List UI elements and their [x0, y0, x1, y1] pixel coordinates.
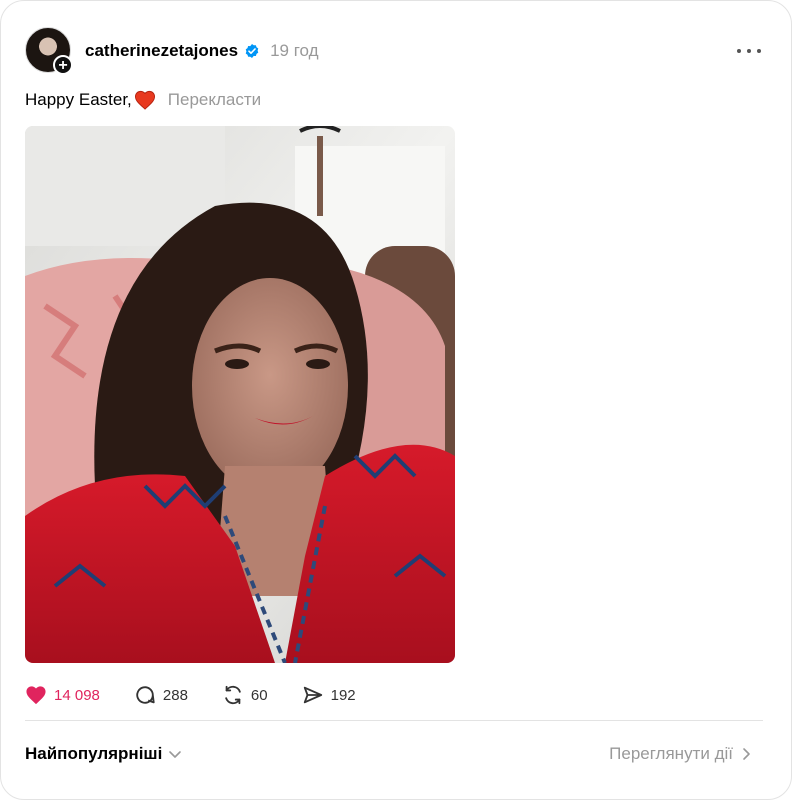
- repost-icon: [225, 685, 241, 705]
- comment-count: 288: [162, 686, 188, 704]
- share-count: 192: [330, 686, 356, 704]
- chevron-down-icon: [169, 751, 182, 758]
- chevron-right-icon: [743, 748, 750, 760]
- username[interactable]: catherinezetajones: [85, 41, 238, 61]
- heart-emoji-icon: [134, 90, 155, 110]
- post-caption: Happy Easter, Перекласти: [25, 90, 261, 110]
- post-time[interactable]: 19 год: [270, 41, 318, 61]
- comment-icon: [136, 686, 155, 704]
- avatar-container[interactable]: +: [25, 27, 73, 75]
- view-activity-label: Переглянути дії: [609, 744, 733, 763]
- comment-button[interactable]: 288: [134, 684, 188, 706]
- verified-badge-icon: [245, 44, 259, 58]
- share-icon: [303, 686, 322, 704]
- heart-filled-icon: [26, 686, 46, 705]
- divider: [25, 720, 763, 721]
- translate-link[interactable]: Перекласти: [168, 90, 261, 110]
- post-photo[interactable]: [25, 126, 455, 663]
- post-card: + catherinezetajones 19 год Happy Easter…: [0, 0, 792, 800]
- view-activity-link[interactable]: Переглянути дії: [609, 744, 751, 764]
- user-line: catherinezetajones 19 год: [85, 41, 319, 61]
- share-button[interactable]: 192: [302, 684, 356, 706]
- post-photo-image: [25, 126, 455, 663]
- post-header: + catherinezetajones 19 год: [25, 27, 765, 75]
- follow-plus-icon[interactable]: +: [53, 55, 73, 75]
- repost-count: 60: [250, 686, 268, 704]
- caption-text: Happy Easter,: [25, 90, 132, 109]
- sort-label: Найпопулярніші: [25, 744, 163, 763]
- like-count: 14 098: [54, 686, 100, 704]
- more-options-icon[interactable]: [737, 39, 761, 63]
- like-button[interactable]: 14 098: [25, 685, 100, 705]
- sort-dropdown[interactable]: Найпопулярніші: [25, 744, 182, 764]
- post-actions: 14 098 288 60 192: [25, 681, 390, 709]
- repost-button[interactable]: 60: [222, 684, 268, 706]
